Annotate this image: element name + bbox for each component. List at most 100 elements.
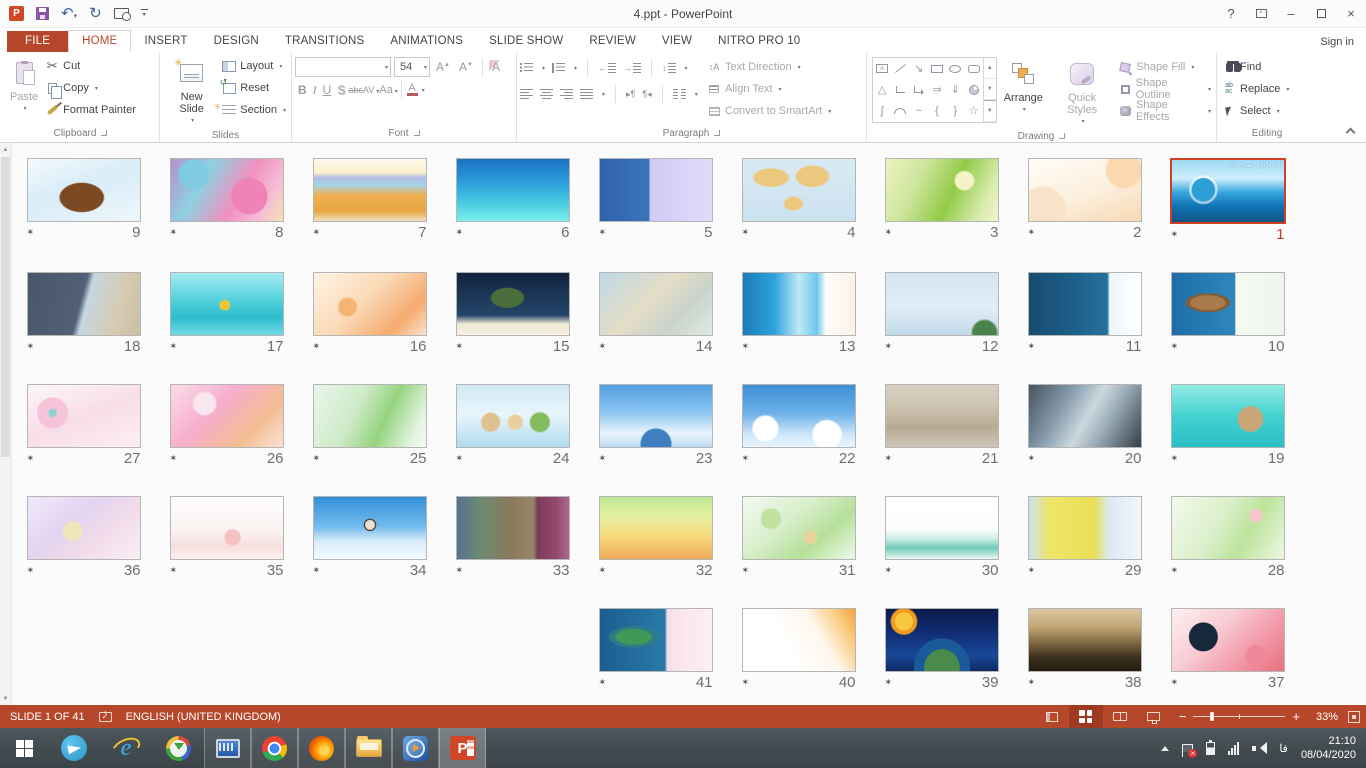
paragraph-dialog-launcher[interactable] <box>714 130 720 136</box>
tab-design[interactable]: DESIGN <box>201 31 272 52</box>
align-center-icon[interactable] <box>540 89 553 99</box>
rectangle-shape-icon[interactable] <box>928 58 946 79</box>
zoom-out-button[interactable]: − <box>1179 709 1187 724</box>
left-brace-shape-icon[interactable]: { <box>928 101 946 122</box>
shape-effects-button[interactable]: Shape Effects▾ <box>1116 100 1213 122</box>
slide-thumbnail-2[interactable] <box>1028 158 1142 222</box>
transition-star-icon[interactable]: ✶ <box>170 341 178 352</box>
zoom-slider-handle[interactable] <box>1210 712 1214 721</box>
star-shape-icon[interactable]: ☆ <box>964 101 982 122</box>
tab-review[interactable]: REVIEW <box>576 31 649 52</box>
transition-star-icon[interactable]: ✶ <box>885 677 893 688</box>
taskbar-firefox-button[interactable] <box>298 728 345 768</box>
tab-home[interactable]: HOME <box>68 30 131 52</box>
transition-star-icon[interactable]: ✶ <box>170 453 178 464</box>
arc-shape-icon[interactable] <box>891 101 909 122</box>
taskbar-chrome-button[interactable] <box>251 728 298 768</box>
slide-thumbnail-10[interactable] <box>1171 272 1285 336</box>
transition-star-icon[interactable]: ✶ <box>1171 341 1179 352</box>
slide-thumbnail-36[interactable] <box>27 496 141 560</box>
right-to-left-icon[interactable]: ¶◂ <box>642 89 651 100</box>
slide-thumbnail-12[interactable] <box>885 272 999 336</box>
transition-star-icon[interactable]: ✶ <box>27 565 35 576</box>
zoom-slider[interactable] <box>1193 716 1285 717</box>
left-to-right-icon[interactable]: ▸¶ <box>626 89 635 100</box>
transition-star-icon[interactable]: ✶ <box>599 677 607 688</box>
transition-star-icon[interactable]: ✶ <box>1028 227 1036 238</box>
arrow-shape-icon[interactable]: ↘ <box>910 58 928 79</box>
shape-fill-button[interactable]: Shape Fill▾ <box>1116 56 1213 78</box>
sign-in-link[interactable]: Sign in <box>1320 36 1354 48</box>
vertical-scrollbar[interactable]: ▲ ▼ <box>0 143 12 705</box>
network-icon[interactable] <box>1228 742 1239 755</box>
slide-thumbnail-35[interactable] <box>170 496 284 560</box>
justify-icon[interactable] <box>580 89 593 99</box>
text-direction-button[interactable]: ↕AText Direction▾ <box>705 56 833 78</box>
arrange-button[interactable]: Arrange▾ <box>999 55 1048 131</box>
transition-star-icon[interactable]: ✶ <box>742 227 750 238</box>
drawing-dialog-launcher[interactable] <box>1059 133 1065 139</box>
transition-star-icon[interactable]: ✶ <box>313 341 321 352</box>
slide-thumbnail-16[interactable] <box>313 272 427 336</box>
clear-formatting-button[interactable]: A <box>489 60 503 74</box>
show-hidden-icons-button[interactable] <box>1161 742 1169 751</box>
transition-star-icon[interactable]: ✶ <box>1028 565 1036 576</box>
slide-sorter-view-button[interactable] <box>1069 705 1103 728</box>
decrease-indent-icon[interactable]: ← <box>598 63 616 73</box>
line-shape-icon[interactable] <box>891 58 909 79</box>
transition-star-icon[interactable]: ✶ <box>27 453 35 464</box>
slide-thumbnail-34[interactable] <box>313 496 427 560</box>
slide-thumbnail-24[interactable] <box>456 384 570 448</box>
zoom-in-button[interactable]: + <box>1292 709 1300 724</box>
scrollbar-thumb[interactable] <box>1 157 10 457</box>
slide-thumbnail-29[interactable] <box>1028 496 1142 560</box>
transition-star-icon[interactable]: ✶ <box>742 453 750 464</box>
tab-view[interactable]: VIEW <box>649 31 705 52</box>
slide-thumbnail-5[interactable] <box>599 158 713 222</box>
transition-star-icon[interactable]: ✶ <box>456 341 464 352</box>
slide-thumbnail-33[interactable] <box>456 496 570 560</box>
font-color-button[interactable]: A <box>405 84 420 96</box>
scroll-up-arrow[interactable]: ▲ <box>0 143 11 156</box>
tab-transitions[interactable]: TRANSITIONS <box>272 31 378 52</box>
transition-star-icon[interactable]: ✶ <box>599 453 607 464</box>
slide-thumbnail-17[interactable] <box>170 272 284 336</box>
transition-star-icon[interactable]: ✶ <box>885 453 893 464</box>
slide-thumbnail-9[interactable] <box>27 158 141 222</box>
transition-star-icon[interactable]: ✶ <box>1028 677 1036 688</box>
underline-button[interactable]: U <box>320 83 335 97</box>
transition-star-icon[interactable]: ✶ <box>742 677 750 688</box>
decrease-font-size-button[interactable]: A▼ <box>456 60 476 74</box>
slide-thumbnail-28[interactable] <box>1171 496 1285 560</box>
volume-icon[interactable] <box>1252 742 1266 754</box>
font-name-combo[interactable]: ▾ <box>295 57 391 77</box>
shape-gallery[interactable]: A↘△⇒⇓ʃ~{}☆ ▲ ▼ ▼ <box>872 57 997 123</box>
bullets-icon[interactable] <box>520 63 533 73</box>
slide-thumbnail-7[interactable] <box>313 158 427 222</box>
transition-star-icon[interactable]: ✶ <box>599 565 607 576</box>
replace-button[interactable]: Replace▾ <box>1220 78 1314 100</box>
bold-button[interactable]: B <box>295 83 310 97</box>
notifications-icon[interactable] <box>1182 744 1193 752</box>
slide-thumbnail-21[interactable] <box>885 384 999 448</box>
zoom-percentage[interactable]: 33% <box>1308 711 1338 723</box>
tab-file[interactable]: FILE <box>7 31 68 52</box>
transition-star-icon[interactable]: ✶ <box>456 565 464 576</box>
clock[interactable]: 21:10 08/04/2020 <box>1301 734 1356 762</box>
fit-slide-to-window-icon[interactable] <box>1348 711 1360 723</box>
tab-insert[interactable]: INSERT <box>131 31 200 52</box>
taskbar-telegram-button[interactable] <box>48 728 100 768</box>
transition-star-icon[interactable]: ✶ <box>885 565 893 576</box>
align-left-icon[interactable] <box>520 89 533 99</box>
shape-outline-button[interactable]: Shape Outline▾ <box>1116 78 1213 100</box>
transition-star-icon[interactable]: ✶ <box>1171 565 1179 576</box>
align-right-icon[interactable] <box>560 89 573 99</box>
transition-star-icon[interactable]: ✶ <box>1171 453 1179 464</box>
collapse-ribbon-button[interactable] <box>1335 52 1366 142</box>
slide-thumbnail-18[interactable] <box>27 272 141 336</box>
numbering-icon[interactable] <box>552 63 565 73</box>
shape-gallery-scroll-up-icon[interactable]: ▲ <box>984 58 996 79</box>
italic-button[interactable]: I <box>310 83 320 98</box>
convert-to-smartart-button[interactable]: Convert to SmartArt▾ <box>705 100 833 122</box>
transition-star-icon[interactable]: ✶ <box>1171 229 1179 240</box>
